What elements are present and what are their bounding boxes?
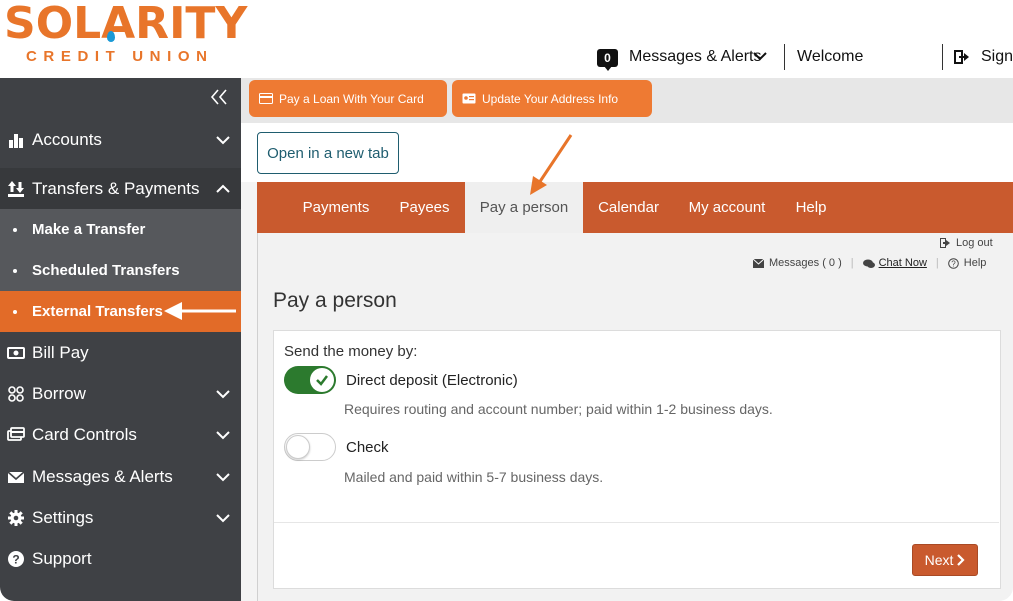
divider: | — [850, 257, 854, 269]
sidebar-item-label: Card Controls — [32, 424, 137, 444]
header-divider — [784, 44, 785, 70]
sidebar-item-label: Accounts — [32, 129, 102, 149]
card-icon — [7, 426, 25, 441]
bar-chart-icon — [9, 133, 23, 148]
borrow-icon — [8, 385, 24, 402]
update-address-promo-button[interactable]: Update Your Address Info — [452, 80, 652, 117]
chevron-down-icon — [216, 389, 230, 398]
sidebar-item-label: Support — [32, 548, 92, 568]
sidebar-item-support[interactable]: ? Support — [0, 538, 241, 579]
sidebar-item-settings[interactable]: Settings — [0, 497, 241, 538]
sidebar-item-label: Transfers & Payments — [32, 178, 200, 198]
bullet — [13, 268, 17, 273]
envelope-icon — [753, 258, 764, 268]
sidebar-item-borrow[interactable]: Borrow — [0, 373, 241, 414]
sidebar-item-label: Settings — [32, 507, 94, 527]
chevron-down-icon — [216, 430, 230, 439]
check-label: Check — [346, 439, 389, 456]
tab-help[interactable]: Help — [780, 182, 842, 233]
svg-text:?: ? — [951, 259, 956, 268]
sidebar-item-transfers-payments[interactable]: Transfers & Payments — [0, 168, 241, 209]
next-label: Next — [924, 552, 954, 568]
bullet — [13, 309, 17, 314]
sidebar-item-label: Scheduled Transfers — [32, 262, 180, 279]
toggle-knob — [310, 368, 334, 392]
sidebar-item-label: Borrow — [32, 383, 86, 403]
sign-out-link[interactable]: Sign — [981, 48, 1013, 66]
site-header: SOLARITY CREDIT UNION 0 Messages & Alert… — [0, 0, 1013, 78]
sidebar-item-label: Bill Pay — [32, 342, 89, 362]
promo-label: Update Your Address Info — [482, 91, 619, 106]
chevron-down-icon — [216, 513, 230, 522]
logout-label: Log out — [956, 237, 993, 249]
help-icon: ? — [947, 257, 959, 269]
sidebar-item-scheduled-transfers[interactable]: Scheduled Transfers — [0, 250, 241, 291]
header-divider — [942, 44, 943, 70]
logout-icon — [940, 238, 950, 248]
tab-calendar[interactable]: Calendar — [583, 182, 674, 233]
sidebar-item-bill-pay[interactable]: Bill Pay — [0, 332, 241, 373]
question-icon: ? — [8, 550, 24, 567]
sidebar-item-messages-alerts[interactable]: Messages & Alerts — [0, 456, 241, 497]
sidebar-item-accounts[interactable]: Accounts — [0, 119, 241, 160]
send-by-label: Send the money by: — [284, 343, 418, 360]
sidebar-item-card-controls[interactable]: Card Controls — [0, 414, 241, 455]
envelope-icon — [7, 470, 25, 483]
direct-deposit-toggle[interactable] — [284, 366, 336, 394]
promo-label: Pay a Loan With Your Card — [279, 91, 424, 106]
chevron-down-icon — [216, 472, 230, 481]
chevron-up-icon — [216, 184, 230, 193]
chevron-right-icon — [957, 554, 965, 566]
chat-now-link[interactable]: Chat Now — [879, 257, 927, 269]
messages-alerts-menu[interactable]: Messages & Alerts — [629, 48, 762, 66]
credit-card-icon — [259, 93, 273, 104]
next-button[interactable]: Next — [912, 544, 978, 576]
gear-icon — [8, 509, 24, 526]
help-link[interactable]: Help — [964, 257, 987, 269]
send-method-card — [273, 330, 1001, 589]
chevron-down-icon[interactable] — [753, 51, 767, 61]
tab-pay-a-person[interactable]: Pay a person — [465, 182, 583, 233]
check-toggle[interactable] — [284, 433, 336, 461]
bullet — [13, 227, 17, 232]
logout-link[interactable]: Log out — [940, 237, 993, 249]
pay-loan-promo-button[interactable]: Pay a Loan With Your Card — [249, 80, 447, 117]
messages-count-badge[interactable]: 0 — [597, 49, 618, 71]
id-card-icon — [462, 93, 476, 104]
sidebar-item-label: Make a Transfer — [32, 221, 146, 238]
chevron-down-icon — [216, 135, 230, 144]
open-new-tab-button[interactable]: Open in a new tab — [257, 132, 399, 174]
sidebar-item-label: Messages & Alerts — [32, 466, 173, 486]
utility-links: Messages ( 0 ) | Chat Now | ? Help — [753, 257, 986, 269]
sign-out-icon[interactable] — [954, 50, 970, 64]
logo-wordmark: SOLARITY — [4, 0, 248, 49]
divider: | — [935, 257, 939, 269]
chat-icon — [862, 259, 875, 268]
logo-subtitle: CREDIT UNION — [26, 48, 214, 65]
checkmark-icon — [316, 375, 328, 386]
direct-deposit-description: Requires routing and account number; pai… — [344, 401, 773, 417]
app-window: SOLARITY CREDIT UNION 0 Messages & Alert… — [0, 0, 1013, 601]
transfer-icon — [8, 180, 24, 197]
tab-payees[interactable]: Payees — [384, 182, 465, 233]
sidebar-item-label: External Transfers — [32, 303, 163, 320]
page-title: Pay a person — [273, 289, 397, 312]
sidebar-item-make-transfer[interactable]: Make a Transfer — [0, 209, 241, 250]
tab-my-account[interactable]: My account — [674, 182, 780, 233]
toggle-knob — [286, 435, 310, 459]
welcome-text: Welcome — [797, 48, 864, 65]
bill-icon — [7, 346, 25, 359]
messages-link[interactable]: Messages ( 0 ) — [769, 257, 842, 269]
divider — [274, 522, 999, 523]
check-description: Mailed and paid within 5-7 business days… — [344, 469, 604, 485]
direct-deposit-label: Direct deposit (Electronic) — [346, 372, 518, 389]
svg-text:?: ? — [12, 552, 19, 566]
tab-payments[interactable]: Payments — [288, 182, 384, 233]
collapse-sidebar-icon[interactable] — [209, 88, 229, 106]
logo-droplet-icon — [107, 31, 115, 42]
sidebar-item-external-transfers[interactable]: External Transfers — [0, 291, 241, 332]
